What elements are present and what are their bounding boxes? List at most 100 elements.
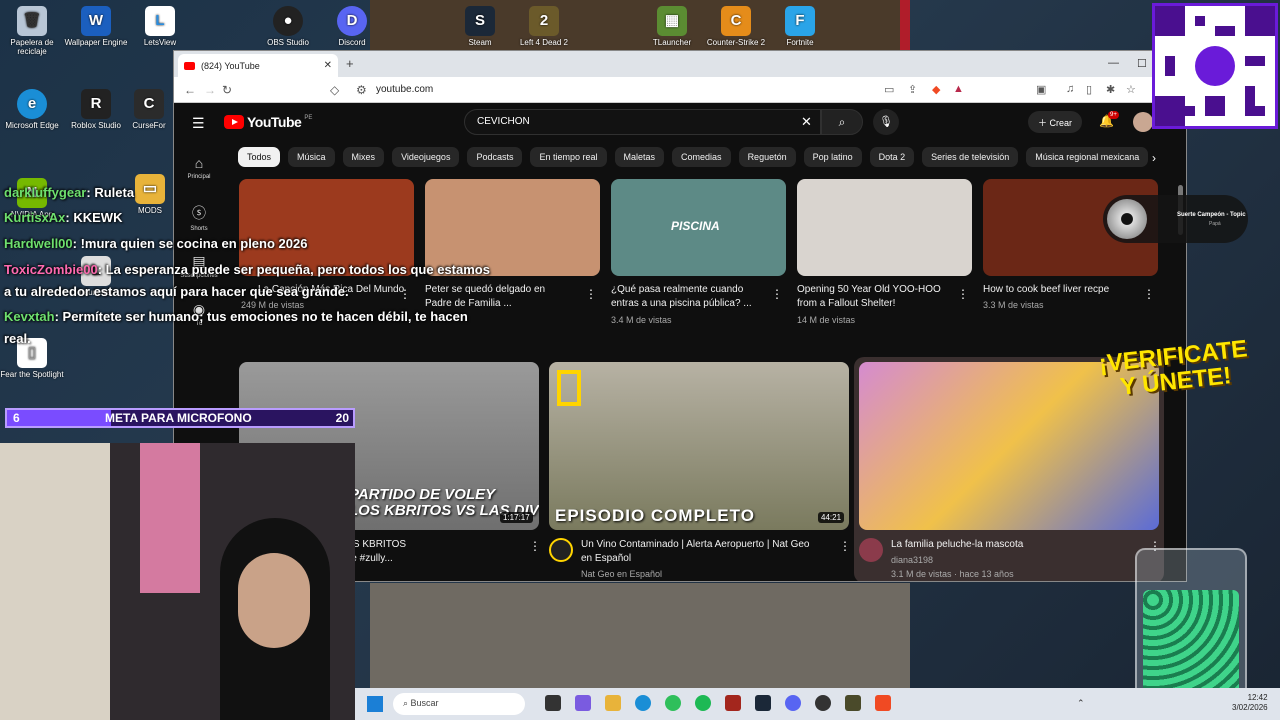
voice-search-button[interactable]: 🎙 bbox=[873, 109, 899, 135]
file-explorer-icon[interactable] bbox=[605, 695, 621, 711]
copilot-icon[interactable] bbox=[575, 695, 591, 711]
wallet-icon[interactable]: ▣ bbox=[1036, 83, 1046, 96]
tab-youtube[interactable]: (824) YouTube ✕ bbox=[178, 54, 338, 77]
bookmark-icon[interactable]: ◇ bbox=[330, 83, 339, 97]
chevron-right-icon[interactable]: › bbox=[1152, 151, 1156, 165]
youtube-logo[interactable]: YouTube PE bbox=[224, 114, 312, 130]
folder-icon: ▭ bbox=[135, 174, 165, 204]
sidebar-toggle-icon[interactable]: ▯ bbox=[1086, 83, 1092, 96]
media-icon[interactable]: ♫ bbox=[1066, 83, 1074, 95]
start-icon[interactable] bbox=[367, 696, 383, 712]
desktop-icon-tlauncher[interactable]: ▦ TLauncher bbox=[640, 6, 704, 48]
back-icon[interactable]: ← bbox=[184, 83, 196, 97]
brave-shield-icon[interactable]: ◆ bbox=[932, 83, 940, 96]
system-clock[interactable]: 12:42 3/02/2026 bbox=[1232, 693, 1268, 714]
clear-search-icon[interactable]: ✕ bbox=[801, 114, 812, 130]
more-options-icon[interactable]: ⋮ bbox=[957, 287, 969, 301]
desktop-icon-letsview[interactable]: L LetsView bbox=[128, 6, 192, 48]
task-view-icon[interactable] bbox=[545, 695, 561, 711]
search-input[interactable]: CEVICHON bbox=[464, 109, 821, 135]
discord-taskbar-icon[interactable] bbox=[785, 695, 801, 711]
rewards-icon[interactable]: ▲ bbox=[953, 83, 964, 95]
video-title[interactable]: Opening 50 Year Old YOO-HOO bbox=[797, 283, 941, 297]
reload-icon[interactable]: ↻ bbox=[222, 83, 232, 97]
chip-regueton[interactable]: Reguetón bbox=[738, 147, 796, 167]
chip-maletas[interactable]: Maletas bbox=[614, 147, 665, 167]
sidebar-item-shorts[interactable]: ⓢ Shorts bbox=[174, 203, 224, 232]
edge-taskbar-icon[interactable] bbox=[635, 695, 651, 711]
chip-pop-latino[interactable]: Pop latino bbox=[803, 147, 862, 167]
video-title[interactable]: La familia peluche-la mascota bbox=[891, 538, 1023, 552]
more-options-icon[interactable]: ⋮ bbox=[399, 287, 411, 301]
url-field[interactable]: youtube.com bbox=[376, 84, 433, 95]
desktop-icon-left4dead2[interactable]: 2 Left 4 Dead 2 bbox=[512, 6, 576, 48]
clock-time: 12:42 bbox=[1247, 693, 1268, 702]
video-title[interactable]: ¿Qué pasa realmente cuando bbox=[611, 283, 743, 297]
video-thumbnail[interactable]: PISCINA bbox=[611, 179, 786, 276]
maximize-icon[interactable]: ☐ bbox=[1137, 57, 1147, 70]
desktop-icon-mods-folder[interactable]: ▭ MODS bbox=[128, 174, 172, 216]
minimize-icon[interactable]: — bbox=[1108, 57, 1119, 69]
more-options-icon[interactable]: ⋮ bbox=[529, 539, 541, 553]
chip-comedias[interactable]: Comedias bbox=[672, 147, 731, 167]
video-thumbnail[interactable]: EPISODIO COMPLETO bbox=[549, 362, 849, 530]
brave-taskbar-icon[interactable] bbox=[875, 695, 891, 711]
chip-musica-regional[interactable]: Música regional mexicana bbox=[1026, 147, 1149, 167]
close-tab-icon[interactable]: ✕ bbox=[324, 60, 332, 71]
dota-icon[interactable] bbox=[725, 695, 741, 711]
share-icon[interactable]: ⇪ bbox=[908, 83, 917, 96]
desktop-icon-counter-strike[interactable]: C Counter-Strike 2 bbox=[704, 6, 768, 48]
video-title[interactable]: Un Vino Contaminado | Alerta Aeropuerto … bbox=[581, 538, 809, 552]
chip-podcasts[interactable]: Podcasts bbox=[467, 147, 523, 167]
chip-todos[interactable]: Todos bbox=[238, 147, 281, 167]
desktop-icon-recycle-bin[interactable]: 🗑 Papelera de reciclaje bbox=[0, 6, 64, 57]
search-button[interactable]: ⌕ bbox=[821, 109, 863, 135]
desktop-icon-edge[interactable]: e Microsoft Edge bbox=[0, 89, 64, 131]
more-options-icon[interactable]: ⋮ bbox=[771, 287, 783, 301]
menu-icon[interactable]: ☰ bbox=[192, 115, 205, 132]
desktop-icon-curseforge[interactable]: C CurseFor bbox=[124, 89, 174, 131]
more-options-icon[interactable]: ⋮ bbox=[585, 287, 597, 301]
channel-avatar[interactable] bbox=[859, 538, 883, 562]
create-button[interactable]: ＋ Crear bbox=[1028, 111, 1083, 133]
more-options-icon[interactable]: ⋮ bbox=[1143, 287, 1155, 301]
avatar[interactable] bbox=[1133, 112, 1153, 132]
video-title-line2[interactable]: en Español bbox=[581, 552, 631, 566]
sidebar-item-home[interactable]: ⌂ Principal bbox=[174, 155, 224, 180]
chip-series-tv[interactable]: Series de televisión bbox=[922, 147, 1019, 167]
new-tab-button[interactable]: + bbox=[346, 56, 354, 71]
favorites-icon[interactable]: ☆ bbox=[1126, 83, 1136, 96]
video-title-line2[interactable]: entras a una piscina pública? ... bbox=[611, 297, 752, 311]
video-title-line2[interactable]: from a Fallout Shelter! bbox=[797, 297, 895, 311]
extensions-icon[interactable]: ✱ bbox=[1106, 83, 1115, 96]
desktop-icon-steam[interactable]: S Steam bbox=[448, 6, 512, 48]
forward-icon[interactable]: → bbox=[204, 83, 216, 97]
channel-avatar[interactable] bbox=[549, 538, 573, 562]
chip-en-tiempo-real[interactable]: En tiempo real bbox=[530, 147, 607, 167]
chip-videojuegos[interactable]: Videojuegos bbox=[392, 147, 460, 167]
desktop-icon-wallpaper-engine[interactable]: W Wallpaper Engine bbox=[64, 6, 128, 48]
youtube-header: ☰ YouTube PE CEVICHON ✕ ⌕ 🎙 ＋ Crear 🔔 9+ bbox=[174, 103, 1186, 143]
cast-icon[interactable]: ▭ bbox=[884, 83, 894, 96]
chip-dota-2[interactable]: Dota 2 bbox=[869, 147, 915, 167]
desktop-icon-fortnite[interactable]: F Fortnite bbox=[768, 6, 832, 48]
desktop-icon-obs[interactable]: ● OBS Studio bbox=[256, 6, 320, 48]
obs-taskbar-icon[interactable] bbox=[815, 695, 831, 711]
more-options-icon[interactable]: ⋮ bbox=[839, 539, 851, 553]
chip-musica[interactable]: Música bbox=[288, 147, 335, 167]
whatsapp-icon[interactable] bbox=[665, 695, 681, 711]
steam-taskbar-icon[interactable] bbox=[755, 695, 771, 711]
video-title[interactable]: Peter se quedó delgado en bbox=[425, 283, 545, 297]
chevron-up-icon[interactable]: ⌃ bbox=[1077, 698, 1085, 709]
spotify-icon[interactable] bbox=[695, 695, 711, 711]
channel-name[interactable]: diana3198 bbox=[891, 555, 933, 565]
video-title[interactable]: How to cook beef liver recpe bbox=[983, 283, 1109, 297]
channel-name[interactable]: Nat Geo en Español bbox=[581, 569, 662, 579]
chip-mixes[interactable]: Mixes bbox=[342, 147, 385, 167]
taskbar-search[interactable]: ⌕ Buscar bbox=[393, 693, 525, 715]
desktop-icon-discord[interactable]: D Discord bbox=[320, 6, 384, 48]
site-settings-icon[interactable]: ⚙ bbox=[356, 83, 367, 97]
video-thumbnail[interactable] bbox=[797, 179, 972, 276]
desktop-icon-roblox[interactable]: R Roblox Studio bbox=[64, 89, 128, 131]
game-taskbar-icon[interactable] bbox=[845, 695, 861, 711]
